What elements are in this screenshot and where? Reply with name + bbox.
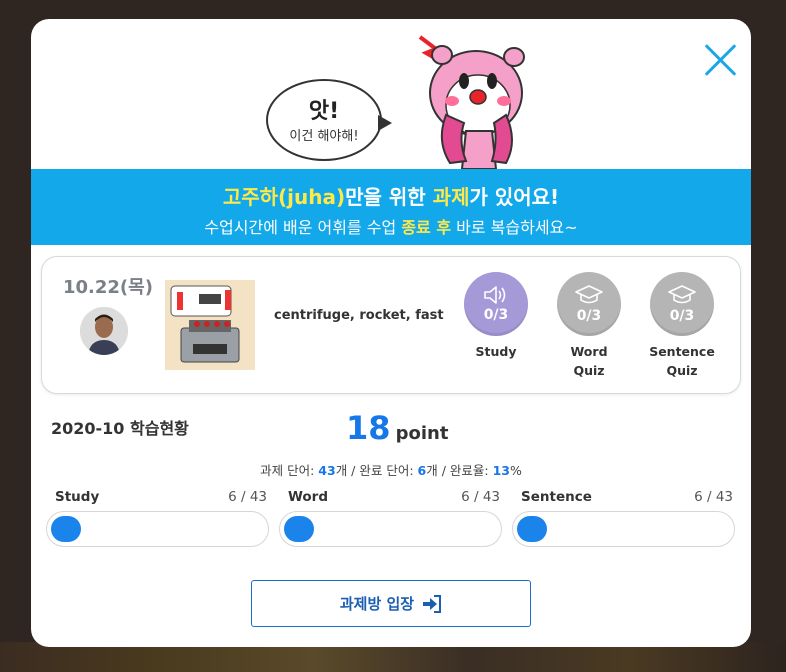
banner-subtext: 수업시간에 배운 어휘를 수업 종료 후 바로 복습하세요~ <box>31 214 751 238</box>
word-quiz-circle[interactable]: 0/3 <box>557 272 621 336</box>
word-quiz-badge[interactable]: 0/3 Word Quiz <box>556 272 622 380</box>
summary-rate-value: 13 <box>492 463 510 478</box>
sentence-quiz-badge[interactable]: 0/3 Sentence Quiz <box>649 272 715 380</box>
summary-completed-label: 개 / 완료 단어: <box>335 463 418 478</box>
study-label: Study <box>475 344 517 359</box>
sentence-progress: Sentence 6 / 43 <box>512 489 735 547</box>
lesson-card: 10.22(목) centrifuge, rocket, fast 0/3 St… <box>41 256 741 394</box>
word-progress: Word 6 / 43 <box>279 489 502 547</box>
lesson-date: 10.22(목) <box>63 277 153 298</box>
study-badge[interactable]: 0/3 Study <box>463 272 529 361</box>
lesson-words: centrifuge, rocket, fast <box>274 308 444 323</box>
progress-count: 6 / 43 <box>461 489 500 505</box>
graduation-cap-icon <box>575 285 603 304</box>
progress-name: Word <box>288 489 329 505</box>
homework-modal: 앗! 이건 해야해! 고주하(juha)만을 위한 과제가 있어요! 수업시간에… <box>31 19 751 647</box>
month-title: 2020-10 학습현황 <box>51 419 189 438</box>
enter-button-label: 과제방 입장 <box>339 595 415 613</box>
banner-headline-end: 가 있어요! <box>469 185 560 209</box>
summary-assigned-label: 과제 단어: <box>260 463 319 478</box>
banner-headline-highlight: 과제 <box>432 185 470 209</box>
summary-rate-unit: % <box>509 463 522 478</box>
summary-rate-label: 개 / 완료율: <box>426 463 493 478</box>
points-unit: point <box>395 423 449 444</box>
word-quiz-label: Word Quiz <box>570 344 608 378</box>
centrifuge-image <box>165 280 255 370</box>
points-value: 18 <box>346 409 391 447</box>
banner-subtext-end: 바로 복습하세요~ <box>451 218 578 237</box>
graduation-cap-icon <box>668 285 696 304</box>
progress-track <box>279 511 502 547</box>
avatar-image <box>80 307 128 355</box>
progress-track <box>512 511 735 547</box>
banner-headline: 고주하(juha)만을 위한 과제가 있어요! <box>31 181 751 210</box>
progress-fill <box>517 516 547 542</box>
progress-name: Sentence <box>521 489 592 505</box>
hero-illustration: 앗! 이건 해야해! <box>216 27 566 169</box>
teacher-avatar <box>80 307 128 355</box>
banner-headline-mid: 만을 위한 <box>345 185 433 209</box>
summary-completed-value: 6 <box>417 463 427 478</box>
homework-banner: 고주하(juha)만을 위한 과제가 있어요! 수업시간에 배운 어휘를 수업 … <box>31 169 751 245</box>
sentence-quiz-circle[interactable]: 0/3 <box>650 272 714 336</box>
progress-count: 6 / 43 <box>694 489 733 505</box>
speech-bubble-title: 앗! <box>308 99 340 124</box>
banner-subtext-highlight: 종료 후 <box>401 218 452 237</box>
enter-homework-room-button[interactable]: 과제방 입장 <box>251 580 531 627</box>
word-quiz-count: 0/3 <box>576 308 602 324</box>
summary-assigned-value: 43 <box>318 463 336 478</box>
sentence-quiz-label: Sentence Quiz <box>649 344 715 378</box>
progress-count: 6 / 43 <box>228 489 267 505</box>
speech-bubble: 앗! 이건 해야해! <box>266 79 392 161</box>
progress-name: Study <box>55 489 100 505</box>
study-count: 0/3 <box>483 307 509 323</box>
student-name: 고주하(juha) <box>222 185 346 209</box>
lesson-thumbnail[interactable] <box>165 280 255 370</box>
study-circle[interactable]: 0/3 <box>464 272 528 336</box>
completion-summary: 과제 단어: 43개 / 완료 단어: 6개 / 완료율: 13% <box>31 460 751 479</box>
progress-track <box>46 511 269 547</box>
progress-fill <box>284 516 314 542</box>
sign-in-icon <box>423 594 442 613</box>
speaker-icon <box>484 286 506 304</box>
study-progress: Study 6 / 43 <box>46 489 269 547</box>
speech-bubble-text: 이건 해야해! <box>289 129 359 144</box>
close-icon[interactable] <box>703 43 737 77</box>
mascot-illustration <box>418 35 525 169</box>
sentence-quiz-count: 0/3 <box>669 308 695 324</box>
points-display: 18 point <box>346 409 448 447</box>
progress-fill <box>51 516 81 542</box>
banner-subtext-start: 수업시간에 배운 어휘를 수업 <box>204 218 402 237</box>
